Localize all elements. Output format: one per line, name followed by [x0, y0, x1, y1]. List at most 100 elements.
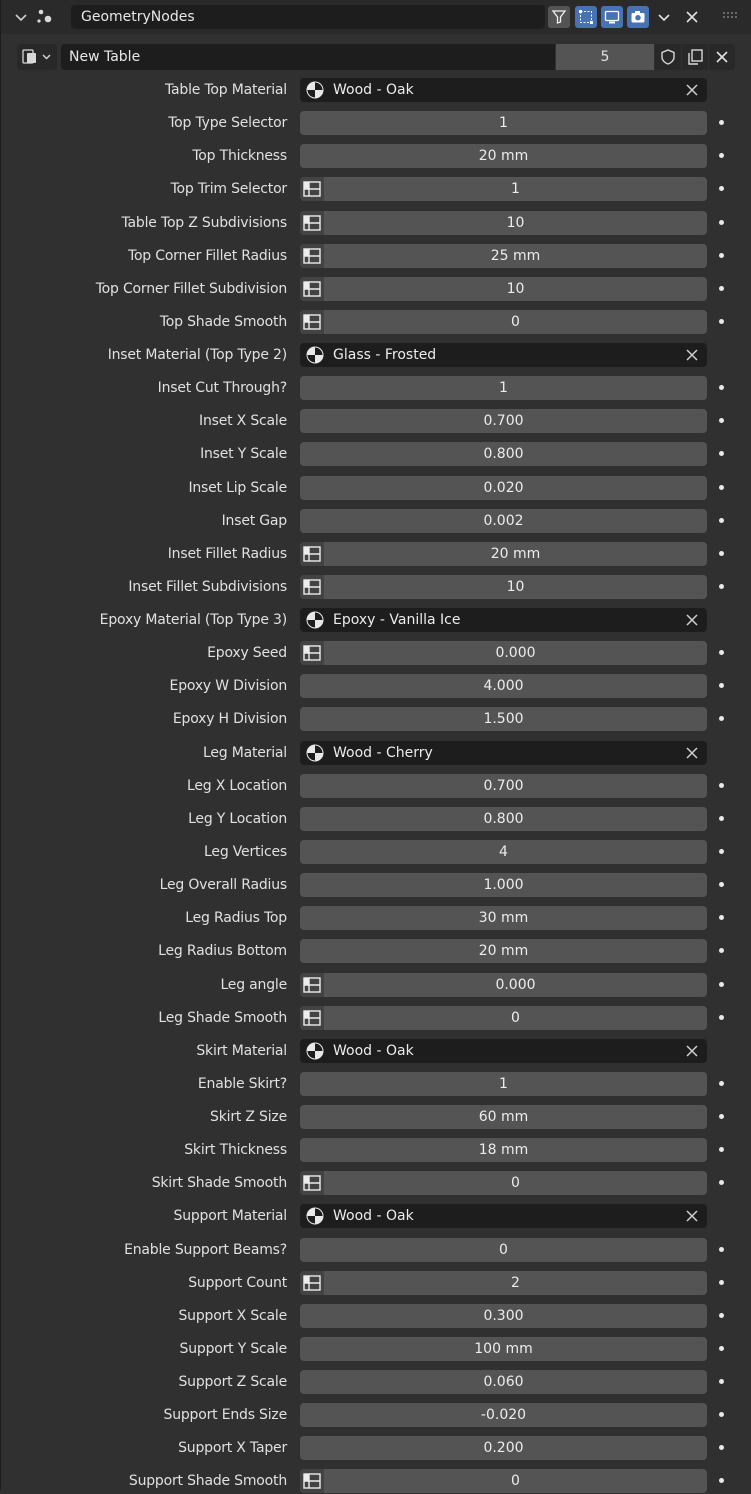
keyframe-decorator-dot[interactable]: [719, 518, 724, 523]
attribute-toggle-icon[interactable]: [300, 542, 324, 566]
value-field[interactable]: 60 mm: [300, 1105, 707, 1129]
keyframe-decorator-dot[interactable]: [719, 650, 724, 655]
value-field[interactable]: 1: [300, 376, 707, 400]
edit-mode-icon[interactable]: [575, 6, 597, 28]
attribute-toggle-icon[interactable]: [300, 973, 324, 997]
node-group-name-field[interactable]: New Table: [61, 44, 555, 70]
value-field[interactable]: 1.000: [300, 873, 707, 897]
fake-user-shield-icon[interactable]: [655, 44, 681, 70]
keyframe-decorator-dot[interactable]: [719, 783, 724, 788]
clear-material-icon[interactable]: [685, 348, 699, 362]
value-field[interactable]: 0.700: [300, 774, 707, 798]
value-field[interactable]: 0.300: [300, 1304, 707, 1328]
keyframe-decorator-dot[interactable]: [719, 716, 724, 721]
value-field[interactable]: 30 mm: [300, 906, 707, 930]
collapse-chevron-icon[interactable]: [13, 9, 29, 25]
value-field[interactable]: 20 mm: [300, 144, 707, 168]
attribute-toggle-icon[interactable]: [300, 1006, 324, 1030]
keyframe-decorator-dot[interactable]: [719, 1379, 724, 1384]
value-field[interactable]: 0: [300, 1238, 707, 1262]
material-selector[interactable]: Wood - Oak: [300, 78, 707, 102]
value-field[interactable]: 1: [300, 111, 707, 135]
value-field[interactable]: 10: [300, 277, 707, 301]
keyframe-decorator-dot[interactable]: [719, 1015, 724, 1020]
value-field[interactable]: 10: [300, 575, 707, 599]
keyframe-decorator-dot[interactable]: [719, 1346, 724, 1351]
keyframe-decorator-dot[interactable]: [719, 451, 724, 456]
keyframe-decorator-dot[interactable]: [719, 1445, 724, 1450]
render-icon[interactable]: [627, 6, 649, 28]
value-field[interactable]: 0: [300, 1006, 707, 1030]
keyframe-decorator-dot[interactable]: [719, 1147, 724, 1152]
value-field[interactable]: 1: [300, 1072, 707, 1096]
keyframe-decorator-dot[interactable]: [719, 915, 724, 920]
attribute-toggle-icon[interactable]: [300, 1469, 324, 1493]
value-field[interactable]: 4: [300, 840, 707, 864]
value-field[interactable]: 0.002: [300, 509, 707, 533]
material-selector[interactable]: Glass - Frosted: [300, 343, 707, 367]
unlink-close-icon[interactable]: [709, 44, 735, 70]
value-field[interactable]: 1: [300, 177, 707, 201]
value-field[interactable]: 0: [300, 1171, 707, 1195]
keyframe-decorator-dot[interactable]: [719, 816, 724, 821]
material-selector[interactable]: Wood - Oak: [300, 1204, 707, 1228]
attribute-toggle-icon[interactable]: [300, 244, 324, 268]
attribute-toggle-icon[interactable]: [300, 641, 324, 665]
keyframe-decorator-dot[interactable]: [719, 186, 724, 191]
close-icon[interactable]: [683, 8, 701, 26]
value-field[interactable]: 4.000: [300, 674, 707, 698]
attribute-toggle-icon[interactable]: [300, 575, 324, 599]
keyframe-decorator-dot[interactable]: [719, 253, 724, 258]
keyframe-decorator-dot[interactable]: [719, 1313, 724, 1318]
chevron-down-icon[interactable]: [655, 8, 673, 26]
value-field[interactable]: 0.800: [300, 442, 707, 466]
keyframe-decorator-dot[interactable]: [719, 1114, 724, 1119]
clear-material-icon[interactable]: [685, 746, 699, 760]
keyframe-decorator-dot[interactable]: [719, 1412, 724, 1417]
clear-material-icon[interactable]: [685, 1044, 699, 1058]
keyframe-decorator-dot[interactable]: [719, 319, 724, 324]
keyframe-decorator-dot[interactable]: [719, 849, 724, 854]
keyframe-decorator-dot[interactable]: [719, 153, 724, 158]
value-field[interactable]: 0: [300, 1469, 707, 1493]
material-selector[interactable]: Epoxy - Vanilla Ice: [300, 608, 707, 632]
clear-material-icon[interactable]: [685, 1209, 699, 1223]
material-selector[interactable]: Wood - Oak: [300, 1039, 707, 1063]
value-field[interactable]: 2: [300, 1271, 707, 1295]
node-tree-browse-button[interactable]: [17, 44, 57, 70]
keyframe-decorator-dot[interactable]: [719, 551, 724, 556]
keyframe-decorator-dot[interactable]: [719, 1180, 724, 1185]
keyframe-decorator-dot[interactable]: [719, 220, 724, 225]
keyframe-decorator-dot[interactable]: [719, 1280, 724, 1285]
value-field[interactable]: 0.020: [300, 476, 707, 500]
modifier-name-field[interactable]: GeometryNodes: [71, 5, 545, 29]
user-count[interactable]: 5: [556, 44, 654, 70]
value-field[interactable]: 20 mm: [300, 542, 707, 566]
keyframe-decorator-dot[interactable]: [719, 286, 724, 291]
keyframe-decorator-dot[interactable]: [719, 948, 724, 953]
keyframe-decorator-dot[interactable]: [719, 418, 724, 423]
value-field[interactable]: 18 mm: [300, 1138, 707, 1162]
keyframe-decorator-dot[interactable]: [719, 120, 724, 125]
value-field[interactable]: 0.700: [300, 409, 707, 433]
attribute-toggle-icon[interactable]: [300, 1271, 324, 1295]
duplicate-icon[interactable]: [682, 44, 708, 70]
attribute-toggle-icon[interactable]: [300, 310, 324, 334]
attribute-toggle-icon[interactable]: [300, 277, 324, 301]
attribute-toggle-icon[interactable]: [300, 1171, 324, 1195]
value-field[interactable]: 20 mm: [300, 939, 707, 963]
attribute-toggle-icon[interactable]: [300, 211, 324, 235]
grip-icon[interactable]: [721, 10, 739, 24]
filter-icon[interactable]: [548, 6, 570, 28]
keyframe-decorator-dot[interactable]: [719, 1478, 724, 1483]
viewport-icon[interactable]: [601, 6, 623, 28]
material-selector[interactable]: Wood - Cherry: [300, 741, 707, 765]
value-field[interactable]: 1.500: [300, 707, 707, 731]
value-field[interactable]: -0.020: [300, 1403, 707, 1427]
keyframe-decorator-dot[interactable]: [719, 882, 724, 887]
clear-material-icon[interactable]: [685, 83, 699, 97]
value-field[interactable]: 0.800: [300, 807, 707, 831]
keyframe-decorator-dot[interactable]: [719, 982, 724, 987]
keyframe-decorator-dot[interactable]: [719, 584, 724, 589]
keyframe-decorator-dot[interactable]: [719, 385, 724, 390]
